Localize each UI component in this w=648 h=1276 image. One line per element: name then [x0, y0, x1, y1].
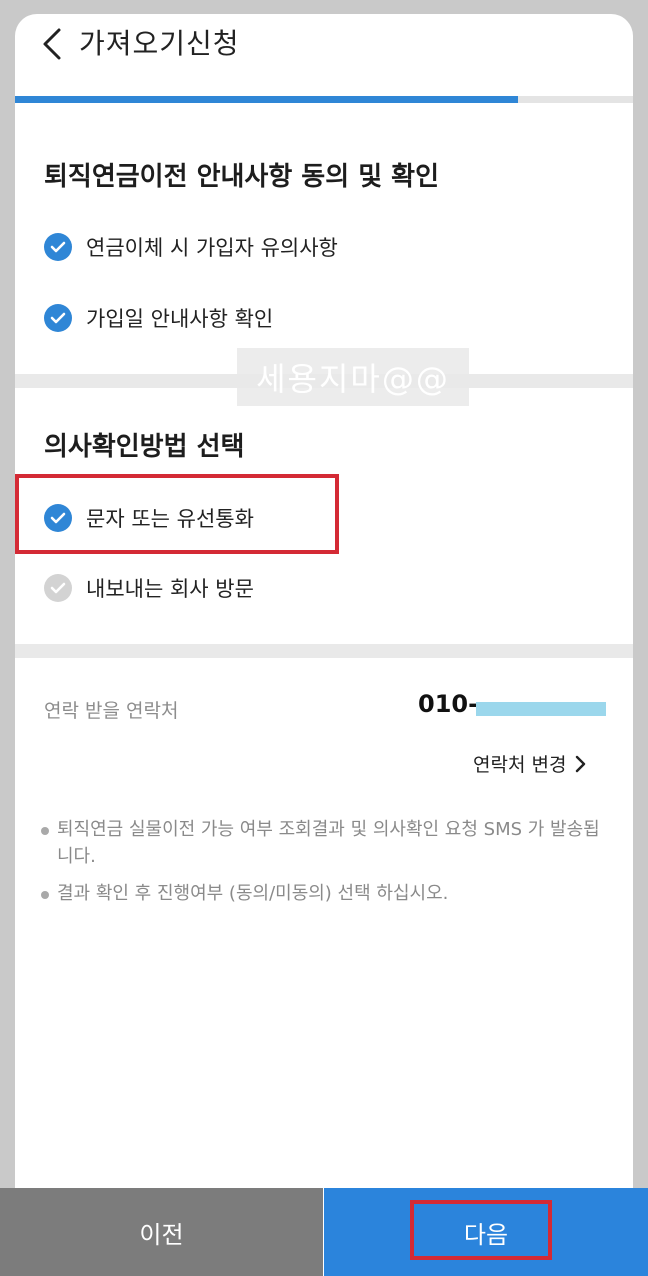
progress-bar	[15, 96, 633, 103]
note-text: 퇴직연금 실물이전 가능 여부 조회결과 및 의사확인 요청 SMS 가 발송됩…	[57, 819, 600, 867]
agreement-item-label: 연금이체 시 가입자 유의사항	[86, 236, 338, 260]
form-card: 가져오기신청 퇴직연금이전 안내사항 동의 및 확인 연금이체 시 가입자 유의…	[15, 14, 633, 1276]
note-item: 결과 확인 후 진행여부 (동의/미동의) 선택 하십시오.	[41, 880, 611, 907]
bullet-icon	[41, 827, 49, 835]
phone-number-mask	[476, 702, 606, 716]
phone-number: 010-	[418, 690, 479, 718]
agreement-section-title: 퇴직연금이전 안내사항 동의 및 확인	[44, 162, 440, 192]
page-title: 가져오기신청	[79, 27, 240, 60]
chevron-right-icon	[576, 755, 586, 772]
check-circle-icon	[44, 504, 72, 532]
watermark: 세용지마@@	[237, 348, 469, 406]
agreement-item-label: 가입일 안내사항 확인	[86, 307, 274, 331]
prev-button[interactable]: 이전	[0, 1188, 323, 1276]
bullet-icon	[41, 891, 49, 899]
progress-fill	[15, 96, 519, 103]
app-header: 가져오기신청	[15, 14, 633, 96]
back-button[interactable]	[37, 24, 71, 64]
method-section-title: 의사확인방법 선택	[44, 432, 245, 462]
check-circle-icon	[44, 233, 72, 261]
change-contact-link[interactable]: 연락처 변경	[473, 750, 586, 777]
agreement-item-join-date[interactable]: 가입일 안내사항 확인	[44, 298, 273, 338]
method-option-label: 문자 또는 유선통화	[86, 507, 254, 531]
change-contact-label: 연락처 변경	[473, 754, 567, 776]
check-circle-icon	[44, 304, 72, 332]
chevron-left-icon	[43, 28, 61, 60]
next-button[interactable]: 다음	[324, 1188, 648, 1276]
section-divider	[15, 644, 633, 658]
note-text: 결과 확인 후 진행여부 (동의/미동의) 선택 하십시오.	[57, 883, 449, 904]
note-item: 퇴직연금 실물이전 가능 여부 조회결과 및 의사확인 요청 SMS 가 발송됩…	[41, 816, 611, 870]
notes-list: 퇴직연금 실물이전 가능 여부 조회결과 및 의사확인 요청 SMS 가 발송됩…	[41, 816, 611, 917]
check-circle-icon	[44, 574, 72, 602]
method-option-sms-call[interactable]: 문자 또는 유선통화	[44, 498, 254, 538]
method-option-visit[interactable]: 내보내는 회사 방문	[44, 568, 254, 608]
method-option-label: 내보내는 회사 방문	[86, 577, 254, 601]
agreement-item-caution[interactable]: 연금이체 시 가입자 유의사항	[44, 227, 338, 267]
contact-label: 연락 받을 연락처	[44, 700, 179, 722]
